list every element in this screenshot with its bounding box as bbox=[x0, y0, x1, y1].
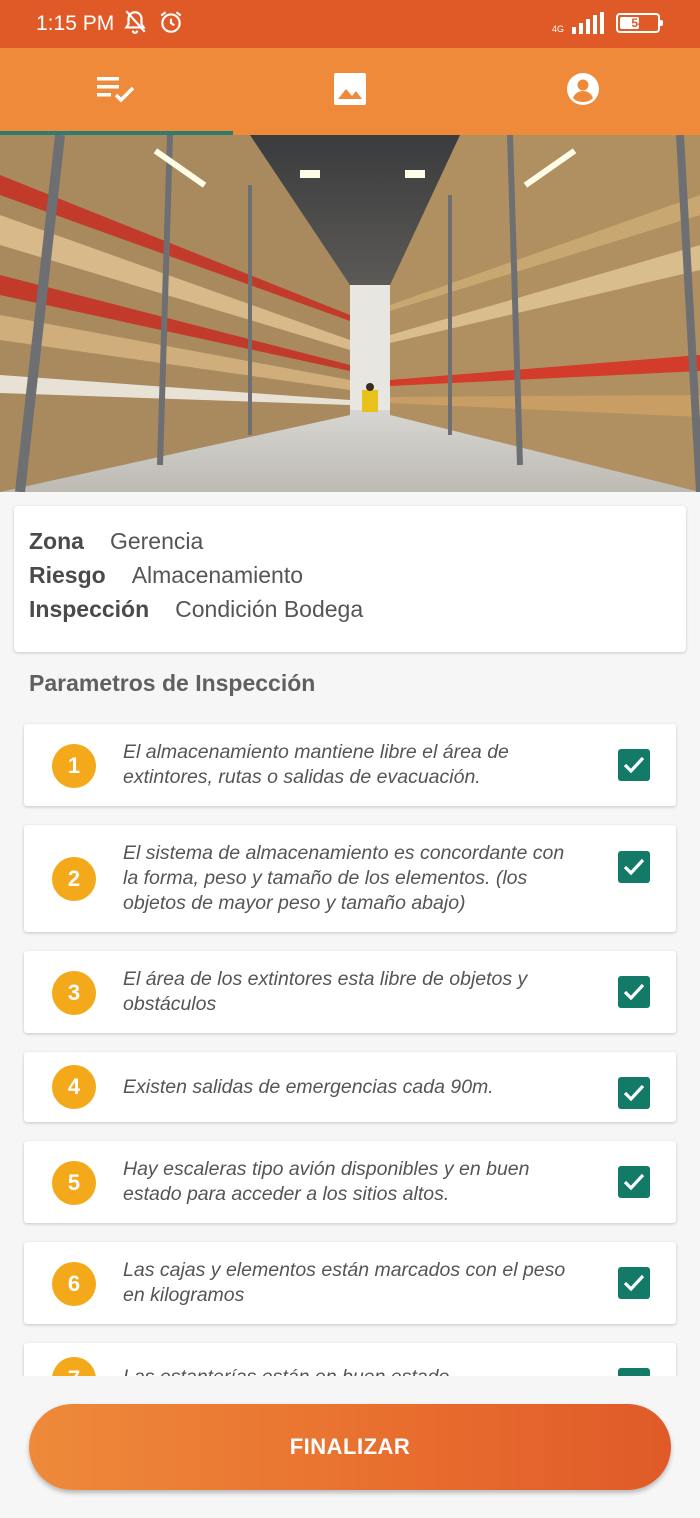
parameter-number-badge: 2 bbox=[52, 857, 96, 901]
riesgo-row: Riesgo Almacenamiento bbox=[29, 558, 671, 592]
check-icon bbox=[623, 1274, 645, 1292]
parameter-checkbox[interactable] bbox=[618, 1077, 650, 1109]
checklist-icon bbox=[96, 73, 137, 110]
parameter-number-badge: 7 bbox=[52, 1357, 96, 1376]
alarm-clock-icon bbox=[158, 9, 184, 40]
battery-icon: 54 bbox=[616, 13, 663, 33]
parameter-text: Existen salidas de emergencias cada 90m. bbox=[123, 1076, 494, 1098]
status-bar: 1:15 PM 4G 54 bbox=[0, 0, 700, 48]
parameter-item: 4 Existen salidas de emergencias cada 90… bbox=[24, 1052, 676, 1122]
parameter-number-badge: 1 bbox=[52, 744, 96, 788]
check-icon bbox=[623, 756, 645, 774]
zona-label: Zona bbox=[29, 528, 84, 554]
riesgo-label: Riesgo bbox=[29, 562, 106, 588]
account-icon bbox=[566, 72, 600, 111]
parameter-checkbox[interactable] bbox=[618, 1166, 650, 1198]
network-label: 4G bbox=[551, 24, 564, 34]
zona-value: Gerencia bbox=[109, 528, 204, 554]
parameter-item: 5 Hay escaleras tipo avión disponibles y… bbox=[24, 1141, 676, 1223]
inspeccion-label: Inspección bbox=[29, 596, 150, 622]
status-time: 1:15 PM bbox=[36, 12, 115, 35]
parameter-number-badge: 3 bbox=[52, 971, 96, 1015]
tab-profile[interactable] bbox=[467, 48, 700, 135]
check-icon bbox=[623, 1173, 645, 1191]
tab-images[interactable] bbox=[233, 48, 466, 135]
tab-bar bbox=[0, 48, 700, 135]
inspection-info-card: Zona Gerencia Riesgo Almacenamiento Inspec… bbox=[14, 506, 686, 652]
parameter-item: 2 El sistema de almacenamiento es concor… bbox=[24, 825, 676, 932]
parameter-number-badge: 6 bbox=[52, 1262, 96, 1306]
parameter-list[interactable]: 1 El almacenamiento mantiene libre el ár… bbox=[0, 722, 700, 1376]
parameter-item: 1 El almacenamiento mantiene libre el ár… bbox=[24, 724, 676, 806]
parameter-number-badge: 5 bbox=[52, 1161, 96, 1205]
inspeccion-value: Condición Bodega bbox=[175, 596, 364, 622]
parameter-item: 6 Las cajas y elementos están marcados c… bbox=[24, 1242, 676, 1324]
parameter-item: 3 El área de los extintores esta libre d… bbox=[24, 951, 676, 1033]
finalize-button[interactable]: FINALIZAR bbox=[29, 1404, 671, 1490]
parameter-checkbox[interactable] bbox=[618, 1368, 650, 1376]
battery-percent: 54 bbox=[631, 16, 645, 30]
parameter-text: El área de los extintores esta libre de … bbox=[123, 968, 528, 1015]
inspeccion-row: Inspección Condición Bodega bbox=[29, 592, 671, 626]
parameter-checkbox[interactable] bbox=[618, 976, 650, 1008]
parameter-text: Hay escaleras tipo avión disponibles y e… bbox=[123, 1158, 530, 1205]
check-icon bbox=[623, 1084, 645, 1102]
parameter-checkbox[interactable] bbox=[618, 749, 650, 781]
check-icon bbox=[623, 858, 645, 876]
parameter-text: El sistema de almacenamiento es concorda… bbox=[123, 842, 565, 914]
parameter-text: Las cajas y elementos están marcados con… bbox=[123, 1259, 566, 1306]
parameter-text: Las estanterías están en buen estado bbox=[123, 1365, 568, 1376]
parameter-checkbox[interactable] bbox=[618, 1267, 650, 1299]
parameter-item: 7 Las estanterías están en buen estado bbox=[24, 1343, 676, 1376]
image-icon bbox=[333, 72, 367, 111]
check-icon bbox=[623, 983, 645, 1001]
parameter-checkbox[interactable] bbox=[618, 851, 650, 883]
zona-row: Zona Gerencia bbox=[29, 524, 671, 558]
section-title: Parametros de Inspección bbox=[29, 670, 316, 696]
parameter-number-badge: 4 bbox=[52, 1065, 96, 1109]
signal-icon: 4G bbox=[552, 12, 604, 34]
silent-alarm-icon bbox=[122, 9, 148, 40]
tab-checklist[interactable] bbox=[0, 48, 234, 135]
riesgo-value: Almacenamiento bbox=[131, 562, 303, 588]
check-icon bbox=[641, 1375, 642, 1376]
warehouse-image bbox=[0, 135, 700, 492]
parameter-text: El almacenamiento mantiene libre el área… bbox=[123, 741, 509, 788]
